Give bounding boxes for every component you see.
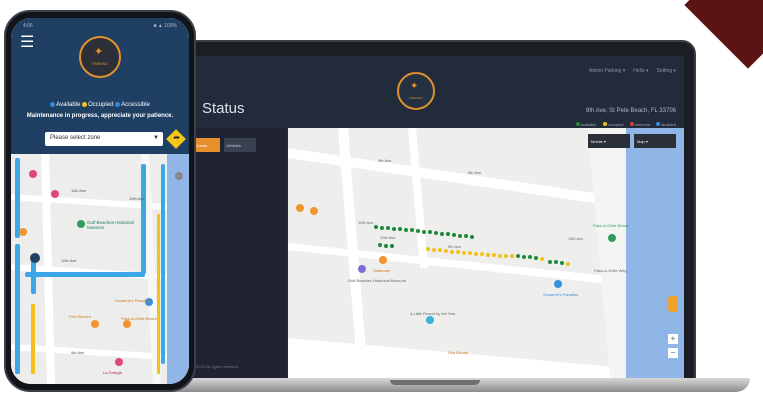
- pin-marker-5: [608, 234, 616, 242]
- phone-header: 4:06 ■ ▲ 100% ☰ ✦ PARKING Available Occu…: [11, 18, 189, 154]
- nav-item-admin[interactable]: Admin Parking ▾: [589, 68, 625, 74]
- top-nav: Admin Parking ▾ Hello ▾ Setting ▾: [589, 68, 676, 74]
- location-text: 9th Ave, St Pete Beach, FL 33706: [585, 108, 676, 114]
- map-label-road: 9th Ave: [71, 350, 85, 355]
- status-icons: ■ ▲ 100%: [153, 23, 177, 29]
- legend-disabled: disabled: [656, 122, 676, 127]
- laptop-frame: Status ✦ PARKING Admin Parking ▾ Hello ▾…: [178, 40, 696, 388]
- map-label-place5: Seahorse: [373, 268, 391, 273]
- page-title: Status: [202, 100, 245, 117]
- map-label-place1: Suzanne's Paradise: [543, 292, 579, 297]
- map-label-street2: 10th Ave: [380, 235, 396, 240]
- status-bar: 4:06 ■ ▲ 100%: [23, 23, 177, 29]
- pin-marker-7: [296, 204, 304, 212]
- zoom-in-button[interactable]: +: [668, 334, 678, 344]
- parking-logo: ✦ PARKING: [79, 36, 121, 78]
- dashboard-header: Status ✦ PARKING Admin Parking ▾ Hello ▾…: [192, 56, 684, 128]
- legend-reserved: reserved: [629, 122, 650, 127]
- zone-select-placeholder: Please select zone: [50, 135, 101, 141]
- map-label-shop: La Tortuga: [103, 370, 122, 375]
- map-label-museum: Gulf Beaches Historical Museum: [348, 278, 407, 283]
- pin-marker-6: [426, 316, 434, 324]
- nav-item-hello[interactable]: Hello ▾: [633, 68, 648, 74]
- bird-icon: ✦: [410, 81, 419, 92]
- street-view-icon[interactable]: [668, 296, 678, 312]
- laptop-notch: [390, 380, 480, 385]
- directions-arrow-icon: ➦: [173, 132, 180, 142]
- map-label-street4: 9th Ave: [448, 244, 462, 249]
- directions-button[interactable]: ➦: [166, 129, 186, 149]
- map-label-street3: 10th Ave: [129, 196, 145, 201]
- pin-marker-1: [310, 207, 318, 215]
- legend-occupied: occupied: [602, 122, 624, 127]
- bird-icon: ✦: [94, 46, 104, 58]
- pin-marker-2: [379, 256, 387, 264]
- map-label-street3: 11th Ave: [568, 236, 584, 241]
- maintenance-notice: Maintenance in progress, appreciate your…: [26, 113, 174, 119]
- phone-frame: 4:06 ■ ▲ 100% ☰ ✦ PARKING Available Occu…: [4, 10, 196, 392]
- phone-screen: 4:06 ■ ▲ 100% ☰ ✦ PARKING Available Occu…: [11, 18, 189, 384]
- legend-available: Available: [50, 102, 80, 108]
- hamburger-menu-icon[interactable]: ☰: [20, 35, 34, 51]
- parking-logo: ✦ PARKING: [397, 72, 435, 110]
- map-label-street5: 9th Ave: [378, 158, 392, 163]
- legend-available: available: [575, 122, 597, 127]
- map-label-cafe1: Suzanne's Paradise: [115, 298, 151, 303]
- phone-parking-spots: [15, 158, 183, 374]
- map-label-street6: 8th Ave: [468, 170, 482, 175]
- corner-decoration: [684, 0, 763, 69]
- map-label-cafe3: Pass-A-Grille Beach: [121, 316, 158, 321]
- zone-select[interactable]: Please select zone ▼: [45, 132, 163, 146]
- parking-spots: [296, 204, 616, 324]
- map-label-place2: Pass-A-Grille Beach: [593, 223, 630, 228]
- map-label-place3: A Little Resort by the Sea: [410, 311, 456, 316]
- logo-text: PARKING: [92, 62, 108, 66]
- phone-parking-map[interactable]: 11th Ave 10th Ave 10th Ave Gulf Beaches …: [11, 154, 189, 384]
- map-label-street2: 10th Ave: [61, 258, 77, 263]
- product-showcase: Status ✦ PARKING Admin Parking ▾ Hello ▾…: [0, 0, 763, 396]
- parking-map[interactable]: 10th Ave 10th Ave 11th Ave 9th Ave 9th A…: [288, 128, 684, 378]
- status-legend: available occupied reserved disabled: [575, 122, 676, 127]
- laptop-screen: Status ✦ PARKING Admin Parking ▾ Hello ▾…: [192, 56, 684, 378]
- pin-marker-4: [554, 280, 562, 288]
- map-mode-dropdown[interactable]: Mobile ▾: [588, 134, 630, 148]
- legend-occupied: Occupied: [82, 102, 113, 108]
- pin-marker-3: [358, 265, 366, 273]
- map-label-place4: Sea Dunes: [448, 350, 468, 355]
- map-label-cafe2: Fish Kitchen: [69, 314, 92, 319]
- caret-down-icon: ▼: [153, 135, 159, 141]
- status-legend: Available Occupied Accessible: [11, 102, 189, 108]
- map-label-street1: 10th Ave: [358, 220, 374, 225]
- vehicles-button[interactable]: Vehicles: [224, 138, 256, 152]
- footer-text: © 2023 All rights reserved.: [192, 364, 239, 369]
- zones-button[interactable]: Zones: [194, 138, 220, 152]
- map-type-dropdown[interactable]: Map ▾: [634, 134, 676, 148]
- legend-accessible: Accessible: [115, 102, 150, 108]
- map-label-street1: 11th Ave: [71, 188, 87, 193]
- nav-item-setting[interactable]: Setting ▾: [657, 68, 676, 74]
- logo-text: PARKING: [409, 96, 423, 100]
- map-label-road: Pass-A-Grille Way: [594, 268, 627, 273]
- map-label-museum: Gulf Beaches Historical Museum: [87, 220, 134, 230]
- zoom-out-button[interactable]: −: [668, 348, 678, 358]
- sidebar: [192, 128, 286, 378]
- status-time: 4:06: [23, 23, 33, 29]
